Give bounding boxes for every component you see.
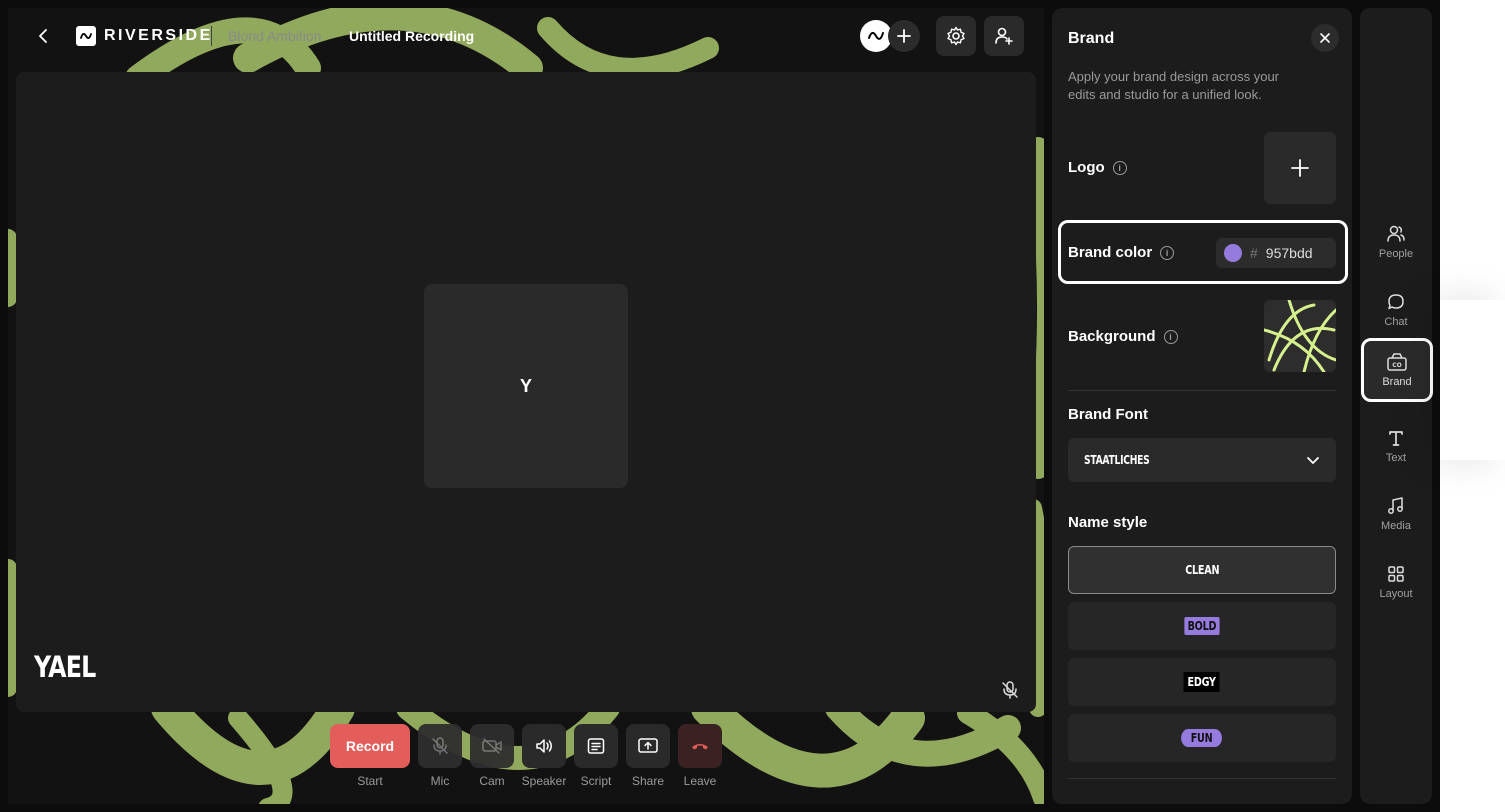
plus-icon xyxy=(1291,159,1309,177)
name-style-bold-label: BOLD xyxy=(1184,617,1220,635)
leave-call-icon xyxy=(692,744,708,750)
brand-color-input[interactable]: # 957bdd xyxy=(1216,238,1336,268)
layout-icon xyxy=(1388,566,1404,582)
camera-off-icon xyxy=(482,738,502,754)
logo-row: Logo i xyxy=(1068,159,1127,176)
name-style-clean-label: CLEAN xyxy=(1184,563,1219,577)
speaker-label: Speaker xyxy=(521,774,567,788)
rail-item-text[interactable]: Text xyxy=(1360,416,1432,476)
speaker-button[interactable] xyxy=(522,724,566,768)
background-preview-art xyxy=(1264,300,1336,372)
name-style-edgy-label: EDGY xyxy=(1183,672,1221,692)
svg-text:CO: CO xyxy=(1392,362,1402,369)
mic-toggle-button[interactable] xyxy=(418,724,462,768)
brand-panel: Brand Apply your brand design across you… xyxy=(1052,8,1352,804)
participant-initial: Y xyxy=(519,375,532,396)
speaker-icon xyxy=(536,739,552,753)
participant-tile[interactable]: Y xyxy=(424,284,628,488)
logo-label: Logo xyxy=(1068,159,1105,176)
upload-logo-button[interactable] xyxy=(1264,132,1336,204)
page-edge xyxy=(1440,0,1505,812)
close-icon xyxy=(1320,33,1330,43)
rail-item-layout[interactable]: Layout xyxy=(1360,552,1432,612)
rail-label: Chat xyxy=(1384,316,1408,328)
share-screen-button[interactable] xyxy=(626,724,670,768)
panel-description: Apply your brand design across your edit… xyxy=(1068,69,1280,102)
gear-icon xyxy=(947,26,965,46)
name-style-edgy[interactable]: EDGY xyxy=(1068,658,1336,706)
close-panel-button[interactable] xyxy=(1311,24,1339,52)
rail-label: Layout xyxy=(1379,588,1413,600)
section-divider xyxy=(1068,778,1336,779)
chat-icon xyxy=(1388,294,1404,310)
brand-icon: CO xyxy=(1387,353,1407,371)
script-button[interactable] xyxy=(574,724,618,768)
people-icon xyxy=(1387,225,1405,242)
brand-name: RIVERSIDE xyxy=(104,27,213,44)
panel-title: Brand xyxy=(1068,30,1115,47)
background-row: Background i xyxy=(1068,328,1178,345)
add-user-icon xyxy=(995,27,1013,45)
rail-label: People xyxy=(1378,248,1414,260)
brand-color-swatch[interactable] xyxy=(1224,244,1242,262)
record-button[interactable]: Record xyxy=(330,724,410,768)
start-label: Start xyxy=(357,774,383,788)
media-icon xyxy=(1388,497,1403,514)
add-participant-button[interactable] xyxy=(888,20,920,52)
rail-label: Brand xyxy=(1382,376,1412,388)
leave-button[interactable] xyxy=(678,724,722,768)
participant-name-tag: YAEL xyxy=(34,650,96,684)
record-button-label: Record xyxy=(345,738,395,754)
brand-color-value[interactable]: 957bdd xyxy=(1266,245,1313,261)
section-divider xyxy=(1068,390,1336,391)
brand-font-title: Brand Font xyxy=(1068,406,1148,423)
riverside-logo[interactable]: RIVERSIDE xyxy=(76,26,213,46)
rail-item-media[interactable]: Media xyxy=(1360,484,1432,544)
name-style-fun-label: FUN xyxy=(1181,729,1223,747)
rail-label: Text xyxy=(1385,452,1407,464)
brand-font-value: STAATLICHES xyxy=(1084,453,1150,467)
share-screen-icon xyxy=(638,738,658,753)
script-icon xyxy=(587,738,605,754)
info-icon[interactable]: i xyxy=(1163,329,1178,344)
name-style-bold[interactable]: BOLD xyxy=(1068,602,1336,650)
brand-font-select[interactable]: STAATLICHES xyxy=(1068,438,1336,482)
camera-toggle-button[interactable] xyxy=(470,724,514,768)
name-style-clean[interactable]: CLEAN xyxy=(1068,546,1336,594)
plus-icon xyxy=(897,29,911,43)
riverside-logo-icon xyxy=(76,26,96,46)
name-style-fun[interactable]: FUN xyxy=(1068,714,1336,762)
recording-title[interactable]: Untitled Recording xyxy=(349,28,474,44)
riverside-wave-icon xyxy=(868,32,884,40)
rail-item-chat[interactable]: Chat xyxy=(1360,280,1432,340)
invite-button[interactable] xyxy=(984,16,1024,56)
name-style-title: Name style xyxy=(1068,514,1148,531)
brand-color-label: Brand color xyxy=(1068,244,1153,261)
mic-off-icon xyxy=(432,737,448,755)
mic-label: Mic xyxy=(430,774,450,788)
rail-item-brand[interactable]: CO Brand xyxy=(1361,338,1433,402)
background-label: Background xyxy=(1068,328,1156,345)
brand-color-label-row: Brand color i xyxy=(1068,244,1175,261)
script-label: Script xyxy=(580,774,612,788)
side-rail: People Chat CO Brand Text Media Layout xyxy=(1360,8,1433,804)
leave-label: Leave xyxy=(683,774,717,788)
mic-muted-icon xyxy=(1002,681,1018,699)
settings-button[interactable] xyxy=(936,16,976,56)
rail-label: Media xyxy=(1381,520,1411,532)
chevron-down-icon xyxy=(1307,457,1319,464)
back-arrow-icon[interactable] xyxy=(36,28,52,44)
text-icon xyxy=(1389,431,1403,446)
project-name[interactable]: Blond Ambition xyxy=(228,28,321,44)
header-separator xyxy=(211,26,212,46)
info-icon[interactable]: i xyxy=(1160,245,1175,260)
hash-prefix: # xyxy=(1250,245,1258,261)
rail-item-people[interactable]: People xyxy=(1360,212,1432,272)
cam-label: Cam xyxy=(479,774,505,788)
info-icon[interactable]: i xyxy=(1112,160,1127,175)
share-label: Share xyxy=(631,774,665,788)
background-thumbnail[interactable] xyxy=(1264,300,1336,372)
